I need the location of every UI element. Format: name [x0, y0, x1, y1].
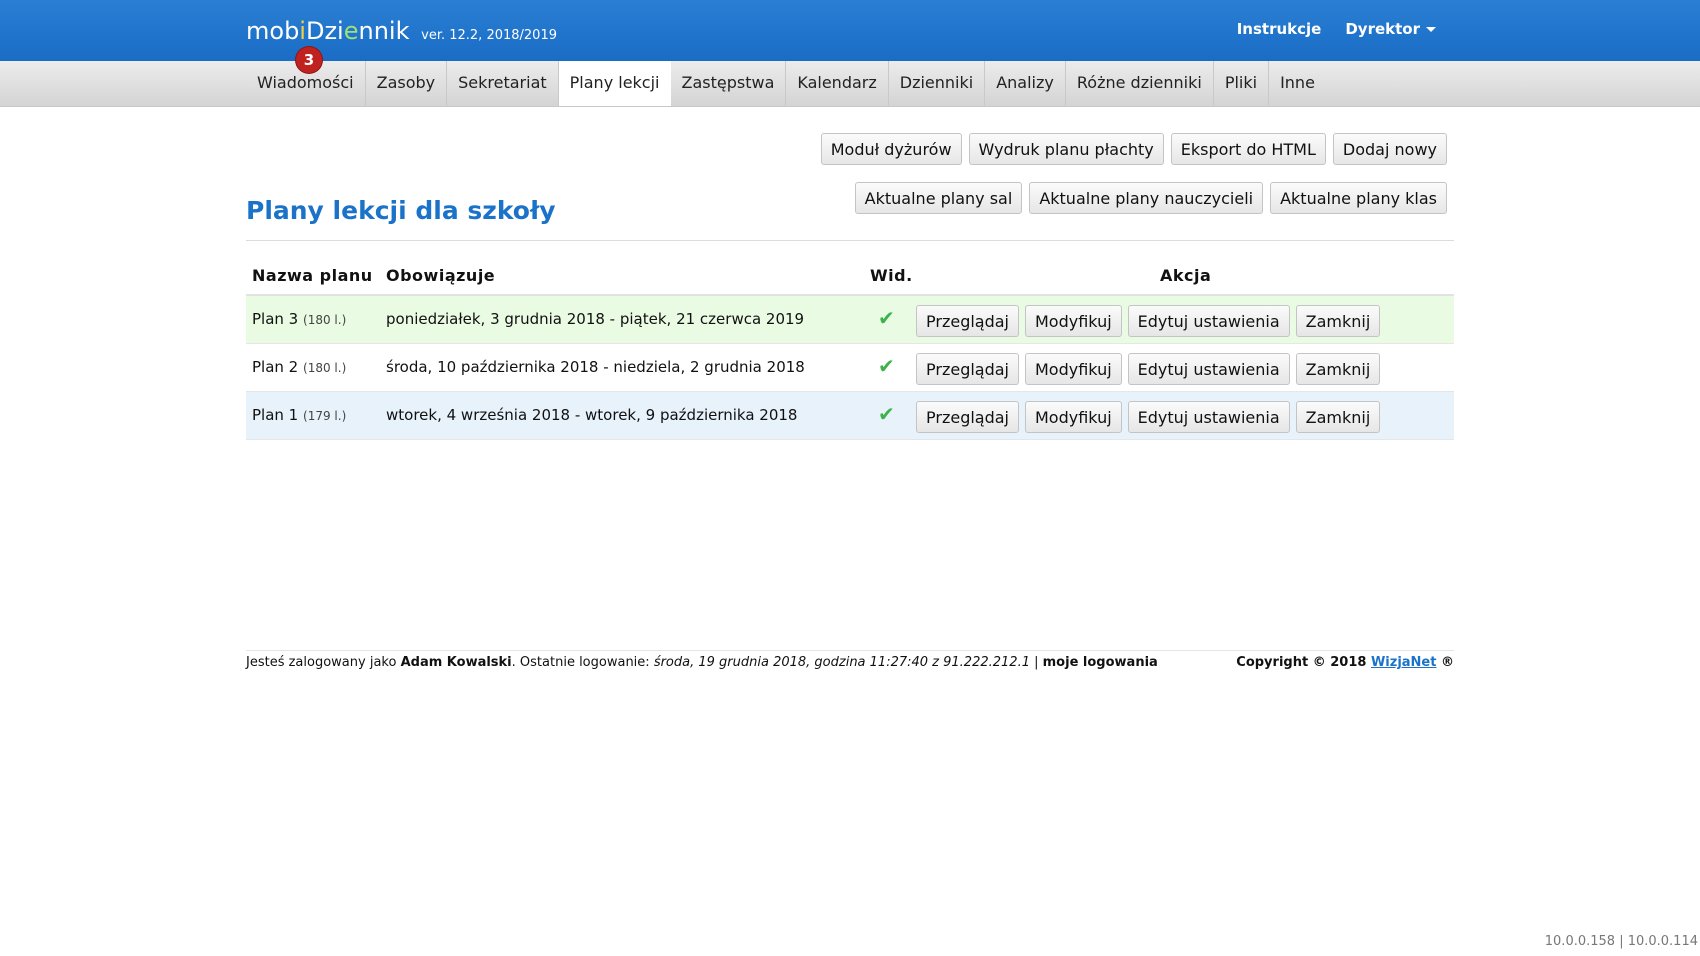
tab-zasoby[interactable]: Zasoby [366, 61, 448, 106]
top-navigation: Instrukcje Dyrektor [1237, 20, 1436, 38]
tab-analizy[interactable]: Analizy [985, 61, 1066, 106]
footer-divider [246, 650, 1454, 651]
plan-name-label: Plan 2 [252, 358, 299, 376]
close-plan-button[interactable]: Zamknij [1295, 305, 1381, 337]
row-actions: Przeglądaj Modyfikuj Edytuj ustawienia Z… [916, 353, 1381, 385]
tab-zastepstwa[interactable]: Zastępstwa [671, 61, 787, 106]
tab-dzienniki[interactable]: Dzienniki [889, 61, 986, 106]
logo-text-part: e [343, 17, 359, 45]
logged-as-prefix: Jesteś zalogowany jako [246, 655, 397, 670]
room-plans-button[interactable]: Aktualne plany sal [854, 182, 1023, 214]
row-actions: Przeglądaj Modyfikuj Edytuj ustawienia Z… [916, 305, 1381, 337]
tab-rozne-dzienniki[interactable]: Różne dzienniki [1066, 61, 1214, 106]
plans-table: Nazwa planu Obowiązuje Wid. Akcja Plan 3… [246, 260, 1454, 440]
plan-name-label: Plan 1 [252, 406, 299, 424]
tab-sekretariat[interactable]: Sekretariat [447, 61, 559, 106]
toolbar-row-2: Aktualne plany sal Aktualne plany nauczy… [854, 182, 1447, 214]
messages-count-badge: 3 [296, 47, 322, 73]
duty-module-button[interactable]: Moduł dyżurów [820, 133, 962, 165]
logo-text-part: mob [246, 17, 300, 45]
view-button[interactable]: Przeglądaj [916, 401, 1019, 433]
last-login-info: środa, 19 grudnia 2018, godzina 11:27:40… [653, 655, 1030, 670]
plan-name[interactable]: Plan 3 (180 l.) [252, 310, 346, 328]
export-html-button[interactable]: Eksport do HTML [1170, 133, 1326, 165]
teacher-plans-button[interactable]: Aktualne plany nauczycieli [1029, 182, 1264, 214]
table-row: Plan 1 (179 l.) wtorek, 4 września 2018 … [246, 392, 1454, 440]
modify-button[interactable]: Modyfikuj [1025, 305, 1122, 337]
lesson-count: (180 l.) [303, 313, 347, 327]
header-visible: Wid. [870, 266, 913, 285]
logo-text-part: i [299, 17, 306, 45]
lesson-count: (179 l.) [303, 409, 347, 423]
class-plans-button[interactable]: Aktualne plany klas [1270, 182, 1447, 214]
plan-name[interactable]: Plan 2 (180 l.) [252, 358, 346, 376]
tab-plany-lekcji[interactable]: Plany lekcji [558, 61, 671, 106]
modify-button[interactable]: Modyfikuj [1025, 401, 1122, 433]
check-icon: ✔ [878, 354, 895, 378]
edit-settings-button[interactable]: Edytuj ustawienia [1127, 353, 1290, 385]
login-info: Jesteś zalogowany jako Adam Kowalski. Os… [246, 655, 1158, 670]
plan-name[interactable]: Plan 1 (179 l.) [252, 406, 346, 424]
check-icon: ✔ [878, 402, 895, 426]
plan-period: poniedziałek, 3 grudnia 2018 - piątek, 2… [386, 310, 805, 328]
logo-text-part: Dzi [305, 17, 344, 45]
page-title: Plany lekcji dla szkoły [246, 196, 556, 225]
table-row: Plan 3 (180 l.) poniedziałek, 3 grudnia … [246, 296, 1454, 344]
print-sheet-button[interactable]: Wydruk planu płachty [968, 133, 1164, 165]
app-logo[interactable]: mobiDziennik ver. 12.2, 2018/2019 [246, 14, 557, 53]
table-row: Plan 2 (180 l.) środa, 10 października 2… [246, 344, 1454, 392]
tab-inne[interactable]: Inne [1269, 61, 1326, 106]
logged-user: Adam Kowalski [400, 655, 512, 670]
plan-period: środa, 10 października 2018 - niedziela,… [386, 358, 805, 376]
header-action: Akcja [1160, 266, 1212, 285]
view-button[interactable]: Przeglądaj [916, 353, 1019, 385]
plan-period: wtorek, 4 września 2018 - wtorek, 9 paźd… [386, 406, 798, 424]
edit-settings-button[interactable]: Edytuj ustawienia [1127, 305, 1290, 337]
view-button[interactable]: Przeglądaj [916, 305, 1019, 337]
my-logins-link[interactable]: moje logowania [1043, 655, 1158, 670]
top-header: mobiDziennik ver. 12.2, 2018/2019 Instru… [0, 0, 1700, 61]
title-divider [246, 240, 1454, 241]
app-version: ver. 12.2, 2018/2019 [421, 28, 557, 43]
registered-mark: ® [1441, 655, 1454, 670]
modify-button[interactable]: Modyfikuj [1025, 353, 1122, 385]
copyright: Copyright © 2018 WizjaNet ® [1236, 655, 1454, 670]
instructions-link[interactable]: Instrukcje [1237, 20, 1322, 38]
close-plan-button[interactable]: Zamknij [1295, 401, 1381, 433]
header-name: Nazwa planu [252, 266, 373, 285]
add-new-button[interactable]: Dodaj nowy [1332, 133, 1447, 165]
table-header: Nazwa planu Obowiązuje Wid. Akcja [246, 260, 1454, 296]
user-role-menu[interactable]: Dyrektor [1345, 20, 1436, 38]
edit-settings-button[interactable]: Edytuj ustawienia [1127, 401, 1290, 433]
close-plan-button[interactable]: Zamknij [1295, 353, 1381, 385]
copyright-text: Copyright © 2018 [1236, 655, 1367, 670]
row-actions: Przeglądaj Modyfikuj Edytuj ustawienia Z… [916, 401, 1381, 433]
footer-separator: | [1034, 655, 1039, 670]
caret-down-icon [1426, 27, 1436, 32]
header-period: Obowiązuje [386, 266, 496, 285]
lesson-count: (180 l.) [303, 361, 347, 375]
last-login-prefix: . Ostatnie logowanie: [511, 655, 650, 670]
user-role-label: Dyrektor [1345, 20, 1420, 38]
server-ip-info: 10.0.0.158 | 10.0.0.114 [1544, 934, 1698, 949]
nav-tabs: Wiadomości Zasoby Sekretariat Plany lekc… [246, 61, 1326, 106]
logo-text-part: nnik [358, 17, 410, 45]
toolbar-row-1: Moduł dyżurów Wydruk planu płachty Ekspo… [820, 133, 1447, 165]
tab-kalendarz[interactable]: Kalendarz [786, 61, 889, 106]
main-navbar: Wiadomości Zasoby Sekretariat Plany lekc… [0, 61, 1700, 107]
tab-pliki[interactable]: Pliki [1214, 61, 1270, 106]
company-link[interactable]: WizjaNet [1371, 655, 1437, 670]
check-icon: ✔ [878, 306, 895, 330]
plan-name-label: Plan 3 [252, 310, 299, 328]
